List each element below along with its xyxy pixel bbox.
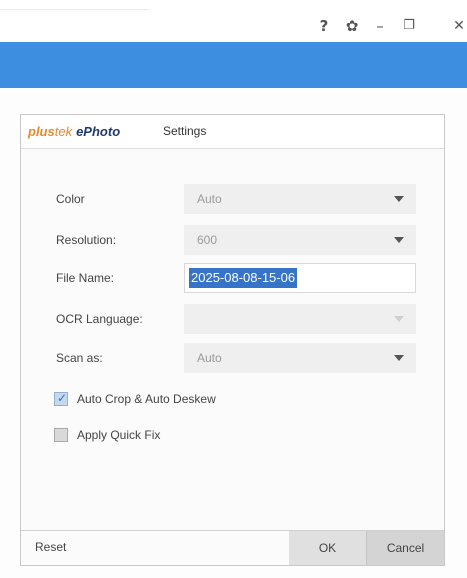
resolution-row: Resolution: 600	[21, 225, 444, 255]
panel-title: Settings	[163, 124, 207, 138]
file-name-input[interactable]: 2025-08-08-15-06	[184, 263, 416, 293]
resolution-select[interactable]: 600	[184, 225, 416, 255]
scan-as-select[interactable]: Auto	[184, 343, 416, 373]
ocr-language-label: OCR Language:	[56, 312, 143, 326]
header-band	[0, 42, 467, 88]
resolution-label: Resolution:	[56, 233, 117, 247]
color-select[interactable]: Auto	[184, 184, 416, 214]
chevron-down-icon	[394, 237, 404, 243]
title-bar-divider	[0, 9, 150, 10]
color-value: Auto	[197, 192, 222, 206]
auto-crop-checkbox[interactable]: ✓	[54, 391, 68, 406]
scan-as-label: Scan as:	[56, 351, 103, 365]
brand-tek: tek	[54, 124, 73, 139]
auto-crop-label: Auto Crop & Auto Deskew	[77, 392, 216, 406]
brand-ephoto: ePhoto	[76, 124, 121, 139]
chevron-down-icon	[394, 316, 404, 322]
restore-icon[interactable]: ❐	[400, 15, 418, 37]
reset-button[interactable]: Reset	[35, 540, 66, 554]
panel-footer: Reset OK Cancel	[21, 530, 444, 565]
gear-icon[interactable]: ✿	[343, 15, 361, 37]
brand-logo: plustek ePhoto	[28, 124, 120, 139]
scan-as-value: Auto	[197, 351, 222, 365]
title-bar: ? ✿ – ❐ ✕	[0, 0, 467, 42]
checkmark-icon: ✓	[57, 391, 68, 405]
chevron-down-icon	[394, 196, 404, 202]
color-row: Color Auto	[21, 184, 444, 214]
panel-header: plustek ePhoto Settings	[21, 115, 444, 149]
ocr-language-select[interactable]	[184, 304, 416, 334]
quick-fix-checkbox[interactable]	[54, 428, 68, 442]
app-window: ? ✿ – ❐ ✕ plustek ePhoto Settings Color A…	[0, 0, 467, 578]
cancel-button[interactable]: Cancel	[366, 531, 444, 565]
chevron-down-icon	[394, 355, 404, 361]
minimize-icon[interactable]: –	[373, 15, 387, 37]
resolution-value: 600	[197, 233, 218, 247]
close-icon[interactable]: ✕	[452, 15, 466, 37]
file-name-value: 2025-08-08-15-06	[189, 268, 298, 288]
file-name-row: File Name: 2025-08-08-15-06	[21, 263, 444, 293]
ocr-language-row: OCR Language:	[21, 304, 444, 334]
help-icon[interactable]: ?	[317, 15, 331, 37]
settings-panel: plustek ePhoto Settings Color Auto Resolu…	[20, 114, 445, 566]
color-label: Color	[56, 192, 85, 206]
brand-plus: plus	[28, 124, 55, 139]
quick-fix-label: Apply Quick Fix	[77, 428, 161, 442]
file-name-label: File Name:	[56, 271, 115, 285]
ok-button[interactable]: OK	[289, 531, 366, 565]
scan-as-row: Scan as: Auto	[21, 343, 444, 373]
